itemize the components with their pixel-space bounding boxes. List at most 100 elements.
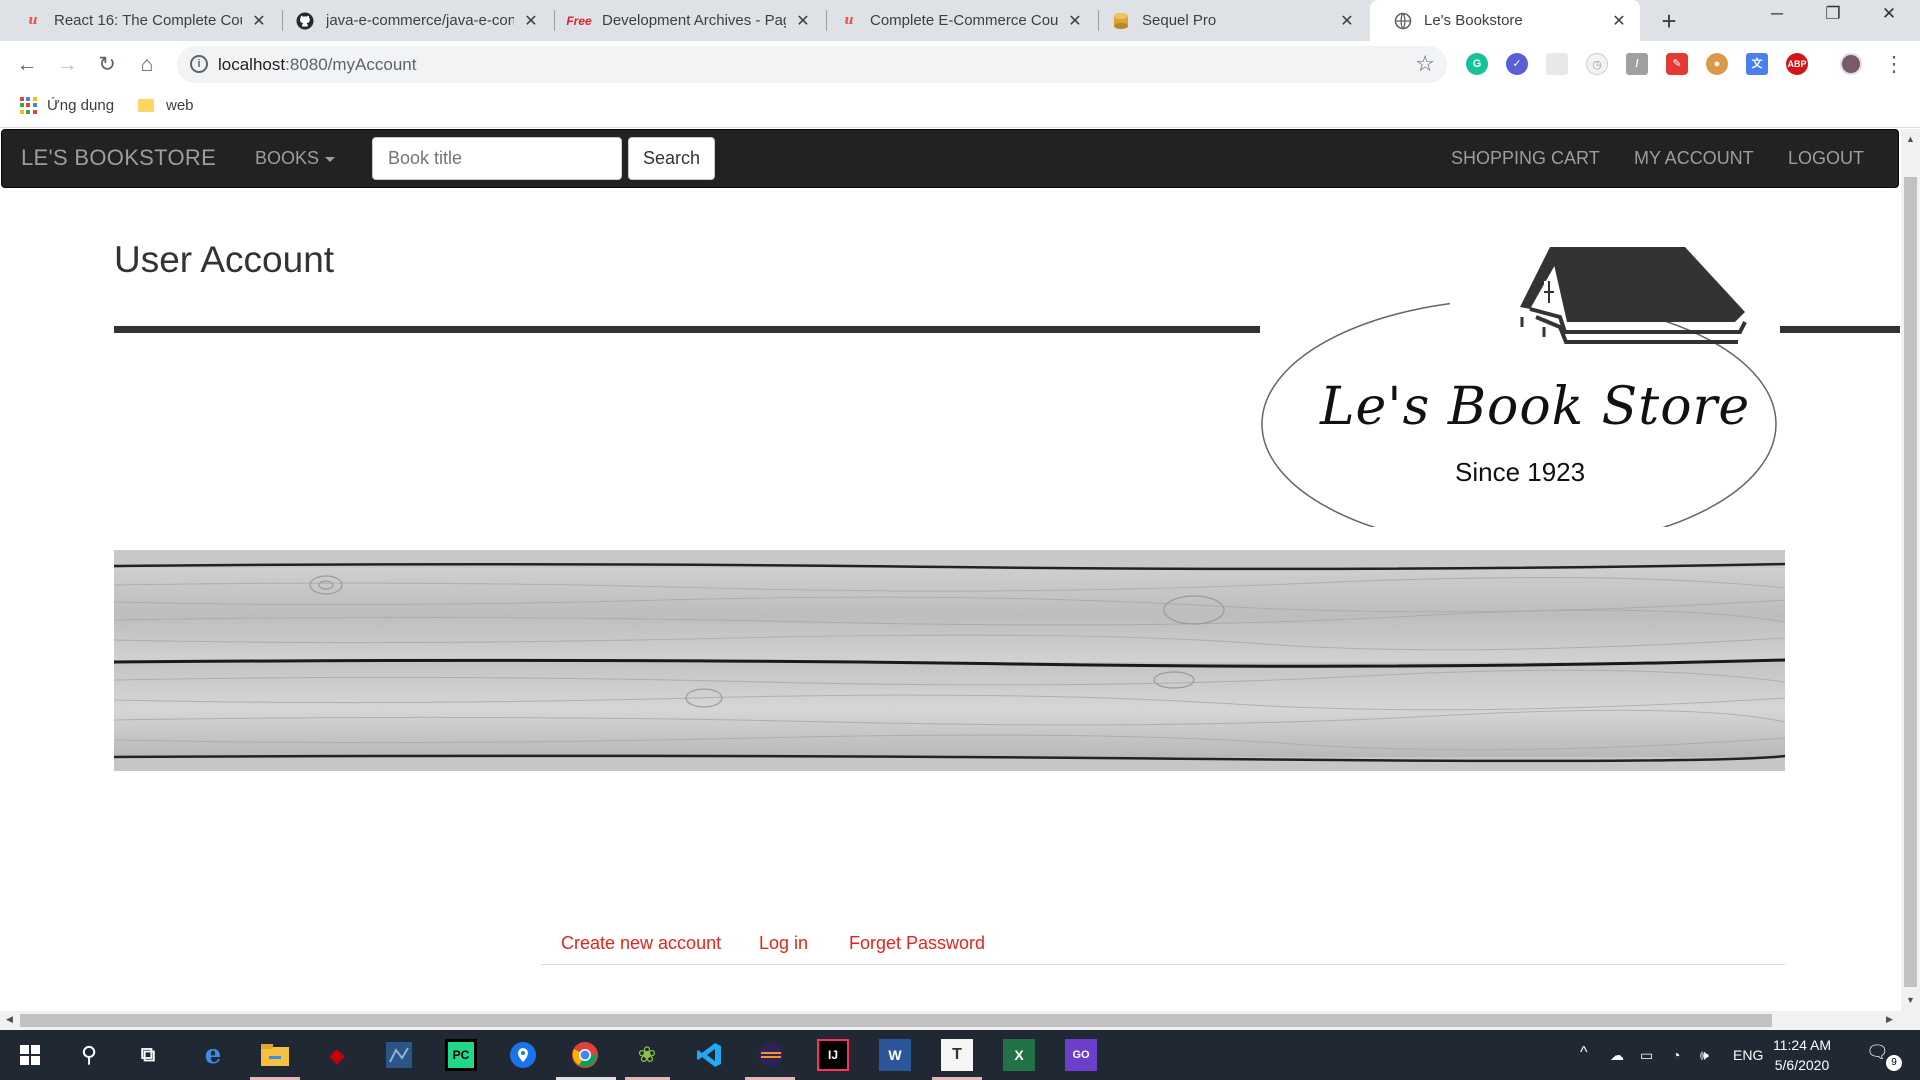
browser-tab[interactable]: Free Development Archives - Pag ✕ [544,0,824,41]
site-navbar: LE'S BOOKSTORE BOOKS Search SHOPPING CAR… [1,129,1899,188]
brand-link[interactable]: LE'S BOOKSTORE [21,145,216,171]
language-indicator[interactable]: ENG [1733,1047,1763,1063]
logout-link[interactable]: LOGOUT [1788,148,1864,169]
wood-banner-image [114,550,1785,771]
udemy-icon: u [844,13,854,28]
task-view-icon[interactable]: ⧉ [132,1039,164,1071]
pycharm-icon[interactable]: PC [445,1039,477,1071]
pen-extension-icon[interactable]: / [1626,53,1648,75]
database-icon [1112,12,1130,30]
browser-tab-active[interactable]: Le's Bookstore ✕ [1370,0,1640,41]
free-icon: Free [566,13,592,28]
bookmark-apps[interactable]: Ứng dụng [20,97,114,114]
pin-extension-icon[interactable]: ✎ [1666,53,1688,75]
restore-icon[interactable]: ❐ [1808,4,1858,24]
blank-extension-icon[interactable] [1546,53,1568,75]
account-tabs: Create new account Log in Forget Passwor… [541,922,1785,965]
scroll-left-icon[interactable]: ◀ [6,1014,13,1025]
back-icon[interactable]: ← [13,51,41,79]
mysql-workbench-icon[interactable] [383,1039,415,1071]
volume-icon[interactable]: 🕪 [1700,1047,1709,1064]
folder-icon [138,99,154,112]
page-viewport: LE'S BOOKSTORE BOOKS Search SHOPPING CAR… [0,129,1920,1024]
browser-tab[interactable]: Sequel Pro ✕ [1088,0,1368,41]
close-tab-icon[interactable]: ✕ [250,11,268,31]
goland-icon[interactable]: GO [1065,1039,1097,1071]
logo-text: Le's Book Store [1320,377,1751,437]
bookmark-star-icon[interactable]: ☆ [1415,51,1435,77]
browser-tab[interactable]: u Complete E-Commerce Cour ✕ [816,0,1096,41]
clock-extension-icon[interactable]: ◷ [1586,53,1608,75]
translate-extension-icon[interactable]: 文 [1746,53,1768,75]
cookie-extension-icon[interactable]: ● [1706,53,1728,75]
address-bar[interactable]: i localhost:8080/myAccount ☆ [177,46,1447,83]
search-icon[interactable]: ⚲ [73,1039,105,1071]
globe-icon [1394,12,1412,30]
windows-taskbar: ⚲ ⧉ e ◆ PC ❀ IJ W T X GO ^ ☁ ▭ ◔ 🕪 ENG 1… [0,1030,1920,1080]
rubymine-icon[interactable]: ◆ [321,1039,353,1071]
browser-tab[interactable]: java-e-commerce/java-e-con ✕ [272,0,552,41]
horizontal-scrollbar[interactable]: ◀ ▶ [0,1011,1920,1030]
shopping-cart-link[interactable]: SHOPPING CART [1451,148,1600,169]
profile-avatar[interactable] [1840,53,1862,75]
chrome-icon[interactable] [569,1039,601,1071]
logo-since-text: Since 1923 [1455,457,1586,487]
word-icon[interactable]: W [879,1039,911,1071]
show-hidden-icons-icon[interactable]: ^ [1580,1044,1588,1062]
tab-create-account[interactable]: Create new account [561,933,721,954]
intellij-icon[interactable]: IJ [817,1039,849,1071]
vscode-icon[interactable] [693,1039,725,1071]
search-button[interactable]: Search [628,137,715,180]
wifi-icon[interactable]: ◔ [1672,1047,1680,1063]
menu-icon[interactable]: ⋮ [1880,51,1908,79]
close-tab-icon[interactable]: ✕ [1066,11,1084,31]
browser-toolbar: ← → ↻ ⌂ i localhost:8080/myAccount ☆ G ✓… [0,41,1920,88]
browser-tab[interactable]: u React 16: The Complete Cour ✕ [0,0,280,41]
scrollbar-thumb[interactable] [20,1014,1772,1027]
adblock-extension-icon[interactable]: ABP [1786,53,1808,75]
close-tab-icon[interactable]: ✕ [794,11,812,31]
scroll-down-icon[interactable]: ▼ [1901,995,1920,1005]
tab-forget-password[interactable]: Forget Password [849,933,985,954]
typora-icon[interactable]: T [941,1039,973,1071]
scrollbar-thumb[interactable] [1904,177,1917,987]
battery-icon[interactable]: ▭ [1640,1047,1653,1064]
clock[interactable]: 11:24 AM 5/6/2020 [1762,1035,1842,1075]
new-tab-icon[interactable]: + [1655,6,1683,37]
check-extension-icon[interactable]: ✓ [1506,53,1528,75]
vertical-scrollbar[interactable]: ▲ ▼ [1901,129,1920,1011]
windows-start-icon[interactable] [14,1039,46,1071]
tab-log-in[interactable]: Log in [759,933,808,954]
close-tab-icon[interactable]: ✕ [1610,11,1628,31]
close-tab-icon[interactable]: ✕ [1338,11,1356,31]
books-dropdown[interactable]: BOOKS [255,148,336,169]
my-account-link[interactable]: MY ACCOUNT [1634,148,1754,169]
forward-icon[interactable]: → [53,51,81,79]
book-search-input[interactable] [372,137,622,180]
bookstore-logo: Le's Book Store Since 1923 [1260,237,1780,527]
reload-icon[interactable]: ↻ [93,51,121,79]
edge-icon[interactable]: e [197,1039,229,1071]
maps-pin-icon[interactable] [507,1039,539,1071]
notification-count-badge: 9 [1886,1055,1902,1071]
bookmark-web-folder[interactable]: web [130,97,194,114]
url-text[interactable]: localhost:8080/myAccount [218,55,416,75]
scroll-up-icon[interactable]: ▲ [1901,134,1920,144]
close-tab-icon[interactable]: ✕ [522,11,540,31]
grammarly-extension-icon[interactable]: G [1466,53,1488,75]
page-title: User Account [114,239,335,280]
bookmarks-bar: Ứng dụng web [0,88,1920,128]
green-app-icon[interactable]: ❀ [631,1039,663,1071]
apps-icon [20,97,37,114]
eclipse-icon[interactable] [755,1039,787,1071]
home-icon[interactable]: ⌂ [133,51,161,79]
excel-icon[interactable]: X [1003,1039,1035,1071]
caret-down-icon [325,156,336,162]
browser-tab-strip: u React 16: The Complete Cour ✕ java-e-c… [0,0,1920,41]
file-explorer-icon[interactable] [259,1039,291,1071]
onedrive-icon[interactable]: ☁ [1610,1047,1624,1064]
minimize-icon[interactable]: ─ [1752,4,1802,24]
site-info-icon[interactable]: i [190,55,208,73]
close-window-icon[interactable]: ✕ [1864,4,1914,24]
scroll-right-icon[interactable]: ▶ [1886,1014,1893,1025]
